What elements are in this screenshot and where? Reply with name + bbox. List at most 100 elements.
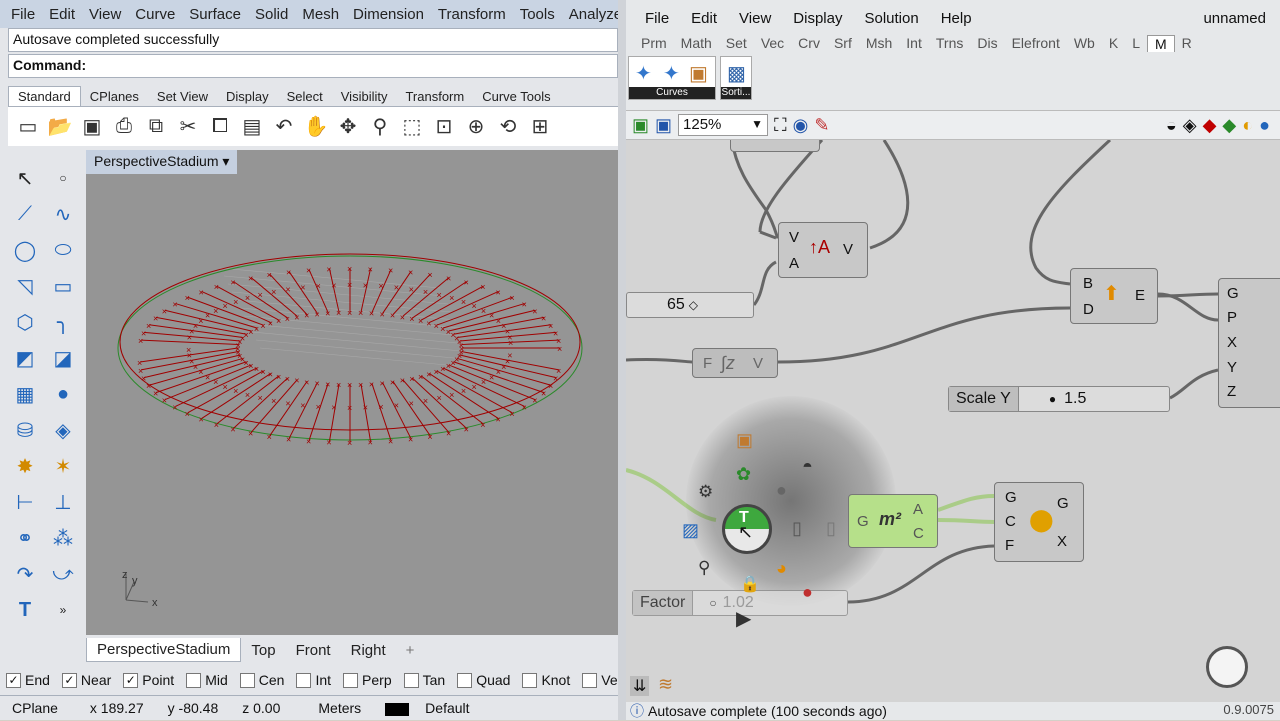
- rhino-menu-edit[interactable]: Edit: [42, 6, 82, 23]
- transform-icon[interactable]: ✸: [6, 448, 44, 484]
- rhino-menu-tools[interactable]: Tools: [513, 6, 562, 23]
- osnap-int[interactable]: Int: [296, 672, 331, 688]
- rhino-menu-solid[interactable]: Solid: [248, 6, 295, 23]
- toolbar-tab-transform[interactable]: Transform: [396, 87, 473, 106]
- osnap-quad[interactable]: Quad: [457, 672, 510, 688]
- gh-tab-msh[interactable]: Msh: [859, 35, 899, 51]
- save-icon[interactable]: ▣: [78, 113, 106, 141]
- slider-knob-icon[interactable]: ○: [693, 596, 716, 610]
- osnap-end[interactable]: ✓ End: [6, 672, 50, 688]
- component-top-partial[interactable]: [730, 140, 820, 152]
- cut-icon[interactable]: ✂: [174, 113, 202, 141]
- osnap-tan[interactable]: Tan: [403, 672, 445, 688]
- number-slider-65[interactable]: 65 ◇: [626, 292, 754, 318]
- osnap-vertex[interactable]: Vertex: [582, 672, 618, 688]
- rhino-menu-dimension[interactable]: Dimension: [346, 6, 431, 23]
- viewport-tab-perspectivestadium[interactable]: PerspectiveStadium: [86, 638, 242, 662]
- perspective-viewport[interactable]: × × × × × × × × × × × × × × × × × × × × × × × × × × × × × × × × × × × × × × × ×…: [86, 150, 618, 635]
- zoom-extents-icon[interactable]: ⊡: [430, 113, 458, 141]
- radial-tube2-icon[interactable]: ▯: [826, 518, 836, 539]
- radial-play-icon[interactable]: ▶: [736, 606, 751, 631]
- point-icon[interactable]: ○: [44, 160, 82, 196]
- gh-menu-help[interactable]: Help: [930, 10, 983, 27]
- preview-wire-icon[interactable]: ◒: [1166, 115, 1177, 136]
- osnap-mid[interactable]: Mid: [186, 672, 228, 688]
- output-g[interactable]: G: [1057, 495, 1069, 512]
- gh-tab-dis[interactable]: Dis: [970, 35, 1004, 51]
- radial-search-icon[interactable]: ⚲: [698, 558, 710, 578]
- rhino-menu-transform[interactable]: Transform: [431, 6, 513, 23]
- input-z[interactable]: Z: [1227, 383, 1236, 400]
- input-p[interactable]: P: [1227, 309, 1237, 326]
- gh-tab-r[interactable]: R: [1175, 35, 1199, 51]
- gh-tab-prm[interactable]: Prm: [634, 35, 674, 51]
- output-a[interactable]: A: [913, 501, 923, 518]
- component-box-explode[interactable]: B D ⬆ E: [1070, 268, 1158, 324]
- gh-menu-display[interactable]: Display: [782, 10, 853, 27]
- canvas-wave-icon[interactable]: ≋: [658, 674, 673, 695]
- osnap-near[interactable]: ✓ Near: [61, 672, 111, 688]
- rotate-view-icon[interactable]: ✥: [334, 113, 362, 141]
- radial-cluster-icon[interactable]: ✿: [736, 464, 751, 485]
- zoom-all-icon[interactable]: ⟲: [494, 113, 522, 141]
- mesh-icon[interactable]: ◈: [44, 412, 82, 448]
- zoom-dropdown[interactable]: 125% ▼: [678, 114, 769, 136]
- osnap-checkbox[interactable]: ✓: [6, 672, 21, 688]
- sketch-icon[interactable]: ✎: [814, 115, 829, 136]
- import-icon[interactable]: ⧉: [142, 113, 170, 141]
- gh-tab-math[interactable]: Math: [674, 35, 719, 51]
- ellipse-icon[interactable]: ⬭: [44, 232, 82, 268]
- preview-eye-icon[interactable]: ◉: [793, 115, 809, 136]
- rhino-menu-file[interactable]: File: [4, 6, 42, 23]
- curve-tools-icon[interactable]: ⤻: [44, 556, 82, 592]
- radial-package-icon[interactable]: ▣: [736, 430, 753, 451]
- explode-icon[interactable]: ✶: [44, 448, 82, 484]
- output-v2[interactable]: V: [753, 355, 763, 372]
- radial-helmet-icon[interactable]: ◓: [802, 456, 813, 477]
- osnap-checkbox[interactable]: ✓: [61, 672, 77, 688]
- command-prompt[interactable]: Command:: [8, 54, 618, 78]
- more-tools-icon[interactable]: »: [44, 592, 82, 628]
- package-icon[interactable]: ▣: [689, 61, 708, 86]
- osnap-checkbox[interactable]: ✓: [123, 672, 139, 688]
- output-v[interactable]: V: [843, 241, 853, 258]
- toolbar-tab-display[interactable]: Display: [217, 87, 278, 106]
- curve-icon[interactable]: ∿: [44, 196, 82, 232]
- input-f[interactable]: F: [703, 355, 712, 372]
- gh-tab-vec[interactable]: Vec: [754, 35, 791, 51]
- input-x[interactable]: X: [1227, 334, 1237, 351]
- polygon-icon[interactable]: ⬡: [6, 304, 44, 340]
- input-d[interactable]: D: [1083, 301, 1094, 318]
- radial-tube-icon[interactable]: ▯: [792, 518, 802, 539]
- render-icon[interactable]: ⁂: [44, 520, 82, 556]
- new-file-icon[interactable]: ▭: [14, 113, 42, 141]
- input-g3[interactable]: G: [1005, 489, 1017, 506]
- output-c[interactable]: C: [913, 525, 924, 542]
- input-v[interactable]: V: [789, 229, 799, 246]
- print-icon[interactable]: ⎙: [110, 113, 138, 141]
- bake-icon[interactable]: ◆: [1222, 115, 1236, 136]
- rhino-menu-mesh[interactable]: Mesh: [295, 6, 346, 23]
- input-g[interactable]: G: [1227, 285, 1239, 302]
- osnap-checkbox[interactable]: [296, 672, 312, 688]
- open-folder-icon[interactable]: 📂: [46, 113, 74, 141]
- display-sphere-icon[interactable]: ●: [1259, 115, 1270, 136]
- component-right-partial[interactable]: G P X Y Z: [1218, 278, 1280, 408]
- slider-knob-icon[interactable]: ●: [1019, 392, 1056, 406]
- scale-y-slider[interactable]: Scale Y ● 1.5: [948, 386, 1170, 412]
- undo-icon[interactable]: ↶: [270, 113, 298, 141]
- radial-lock-icon[interactable]: 🔒: [740, 574, 760, 594]
- gh-menu-view[interactable]: View: [728, 10, 782, 27]
- gh-canvas[interactable]: V A ↑A V B D ⬆ E G P X Y Z 65 ◇ F ∫z V S…: [626, 140, 1280, 702]
- open-file-icon[interactable]: ▣: [632, 115, 649, 136]
- status-units[interactable]: Meters: [292, 700, 373, 716]
- gh-menu-solution[interactable]: Solution: [853, 10, 929, 27]
- status-cplane[interactable]: CPlane: [0, 700, 70, 716]
- output-e[interactable]: E: [1135, 287, 1145, 304]
- gh-tab-k[interactable]: K: [1102, 35, 1125, 51]
- circle-icon[interactable]: ◯: [6, 232, 44, 268]
- rectangle-icon[interactable]: ▭: [44, 268, 82, 304]
- input-f2[interactable]: F: [1005, 537, 1014, 554]
- viewport-dropdown-icon[interactable]: ▾: [222, 153, 229, 169]
- osnap-checkbox[interactable]: [186, 672, 202, 688]
